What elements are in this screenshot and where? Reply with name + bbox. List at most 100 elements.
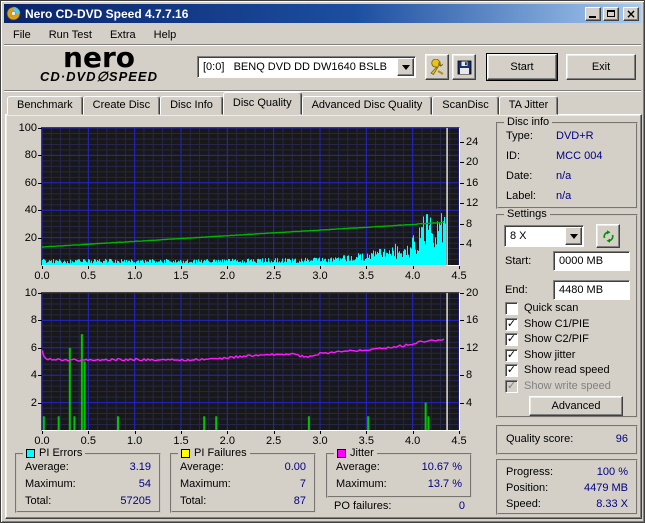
tick-mark xyxy=(38,182,42,184)
x-axis-tick-label: 4.0 xyxy=(405,270,421,282)
tab-advanced-disc-quality[interactable]: Advanced Disc Quality xyxy=(301,96,433,115)
chevron-down-icon xyxy=(569,233,578,243)
y-axis-left-tick-label: 100 xyxy=(18,122,37,134)
checkbox-show-c2-pif[interactable]: ✓ Show C2/PIF xyxy=(505,332,589,346)
start-position-label: Start: xyxy=(505,255,532,267)
tick-mark xyxy=(412,431,414,434)
jitter-title: Jitter xyxy=(350,447,374,459)
scan-speed-value: 8 X xyxy=(510,230,527,242)
checkbox-box[interactable]: ✓ xyxy=(505,348,518,362)
x-axis-tick-label: 2.0 xyxy=(219,435,235,447)
pi-failures-title: PI Failures xyxy=(194,447,247,459)
pi-failures-swatch xyxy=(181,448,190,458)
stat-row: Maximum: 7 xyxy=(180,478,306,490)
jitter-legend: Jitter xyxy=(334,447,377,459)
scan-speed-dropdown-button[interactable] xyxy=(565,227,582,245)
tick-mark xyxy=(38,128,42,129)
tab-disc-info[interactable]: Disc Info xyxy=(160,96,223,115)
options-button[interactable] xyxy=(425,54,449,80)
checkbox-show-jitter[interactable]: ✓ Show jitter xyxy=(505,348,575,362)
disc-info-row: Type: DVD+R xyxy=(506,130,594,142)
tick-mark xyxy=(181,266,182,269)
separator xyxy=(4,90,641,92)
drive-selector[interactable]: [0:0] BENQ DVD DD DW1640 BSLB xyxy=(197,56,416,78)
tab-ta-jitter[interactable]: TA Jitter xyxy=(498,96,559,115)
quality-score-panel: Quality score: 96 xyxy=(496,425,638,455)
refresh-button[interactable] xyxy=(596,224,620,248)
x-axis-tick-label: 1.5 xyxy=(173,270,189,282)
advanced-button[interactable]: Advanced xyxy=(529,396,623,416)
stat-row: Maximum: 54 xyxy=(25,478,151,490)
x-axis-tick-label: 4.5 xyxy=(451,435,467,447)
checkbox-box[interactable]: ✓ xyxy=(505,301,518,315)
tick-mark xyxy=(460,320,464,322)
pi-errors-title: PI Errors xyxy=(39,447,83,459)
tick-mark xyxy=(320,266,321,269)
check-icon: ✓ xyxy=(506,331,517,345)
y-axis-right-tick-label: 20 xyxy=(466,287,479,299)
disc-info-title: Disc info xyxy=(504,116,553,128)
pi-errors-swatch xyxy=(26,448,35,458)
tick-mark xyxy=(42,266,43,269)
y-axis-right-tick-label: 16 xyxy=(466,314,479,327)
menu-file[interactable]: File xyxy=(4,27,40,43)
exit-button-label: Exit xyxy=(591,61,611,73)
tab-create-disc[interactable]: Create Disc xyxy=(82,96,161,115)
checkbox-box[interactable]: ✓ xyxy=(505,363,518,377)
save-button[interactable] xyxy=(452,54,476,80)
checkbox-show-c1-pie[interactable]: ✓ Show C1/PIE xyxy=(505,317,589,331)
x-axis-tick-label: 0.5 xyxy=(80,270,96,282)
tab-scandisc[interactable]: ScanDisc xyxy=(432,96,499,115)
close-button[interactable]: × xyxy=(623,6,639,21)
maximize-button[interactable] xyxy=(603,6,619,21)
checkbox-quick-scan[interactable]: ✓ Quick scan xyxy=(505,301,578,315)
x-axis-tick-label: 2.0 xyxy=(219,270,235,282)
po-failures-value: 0 xyxy=(458,500,465,512)
minimize-icon xyxy=(589,15,596,18)
title-bar[interactable]: Nero CD-DVD Speed 4.7.7.16 × xyxy=(4,4,641,23)
tick-mark xyxy=(273,266,275,269)
x-axis-tick-label: 4.0 xyxy=(405,435,421,447)
po-failures-label: PO failures: xyxy=(334,500,392,512)
start-button[interactable]: Start xyxy=(486,53,558,81)
tab-benchmark[interactable]: Benchmark xyxy=(7,96,83,115)
tick-mark xyxy=(460,203,464,205)
drive-selector-dropdown-button[interactable] xyxy=(397,58,414,76)
tick-mark xyxy=(460,182,464,184)
tick-mark xyxy=(38,320,42,322)
save-icon xyxy=(457,60,472,75)
app-icon xyxy=(6,6,21,21)
x-axis-tick-label: 1.5 xyxy=(173,435,189,447)
y-axis-left-tick-label: 20 xyxy=(24,231,37,244)
tick-mark xyxy=(460,402,464,404)
disc-info-row: Date: n/a xyxy=(506,170,572,182)
checkbox-box[interactable]: ✓ xyxy=(505,316,518,331)
tick-mark xyxy=(88,431,90,434)
close-icon: × xyxy=(625,6,637,21)
menu-help[interactable]: Help xyxy=(145,27,186,43)
tab-disc-quality[interactable]: Disc Quality xyxy=(222,92,302,115)
y-axis-left-tick-label: 8 xyxy=(30,314,37,327)
app-window: Nero CD-DVD Speed 4.7.7.16 × File Run Te… xyxy=(0,0,645,523)
y-axis-right-tick-label: 12 xyxy=(466,341,479,354)
y-axis-left-tick-label: 40 xyxy=(24,204,37,217)
tick-mark xyxy=(460,141,464,143)
stat-row: Average: 10.67 % xyxy=(336,461,462,473)
minimize-button[interactable] xyxy=(585,6,601,21)
tick-mark xyxy=(460,162,464,164)
y-axis-right-tick-label: 24 xyxy=(466,135,479,148)
end-position-input[interactable]: 4480 MB xyxy=(553,280,630,300)
pi-failures-plot-area xyxy=(41,292,460,431)
pi-failures-legend: PI Failures xyxy=(178,447,250,459)
scan-speed-selector[interactable]: 8 X xyxy=(504,225,584,247)
tick-mark xyxy=(42,431,43,434)
start-position-input[interactable]: 0000 MB xyxy=(553,251,630,271)
y-axis-right-tick-label: 20 xyxy=(466,156,479,169)
y-axis-right-tick-label: 8 xyxy=(466,217,473,230)
checkbox-box[interactable]: ✓ xyxy=(505,331,518,346)
x-axis-tick-label: 0.0 xyxy=(34,435,50,447)
stat-row: Average: 0.00 xyxy=(180,461,306,473)
checkbox-show-read-speed[interactable]: ✓ Show read speed xyxy=(505,363,610,377)
check-icon: ✓ xyxy=(506,316,517,330)
exit-button[interactable]: Exit xyxy=(566,54,636,80)
